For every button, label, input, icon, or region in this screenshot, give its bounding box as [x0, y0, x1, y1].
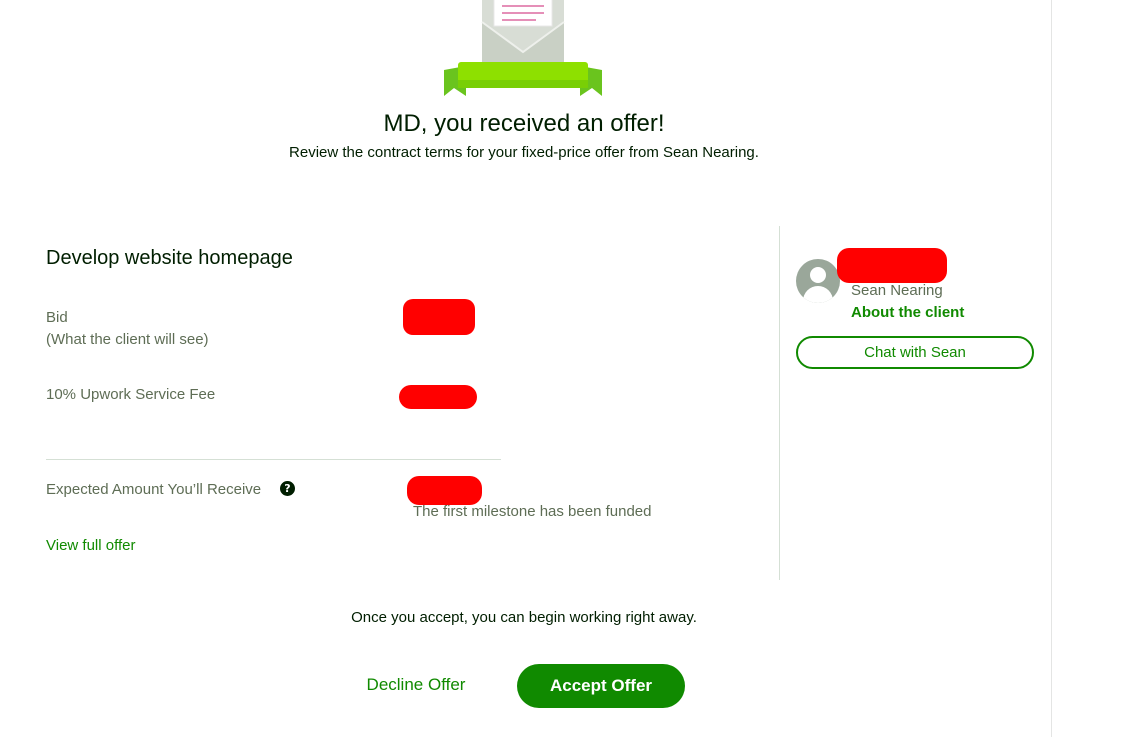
page-right-border — [1051, 0, 1052, 737]
bid-sublabel: (What the client will see) — [46, 331, 209, 348]
page-title: MD, you received an offer! — [383, 110, 665, 137]
chat-button[interactable]: Chat with Sean — [796, 336, 1034, 369]
user-avatar-icon — [796, 259, 840, 303]
bid-label: Bid — [46, 309, 68, 326]
offer-envelope-icon — [444, 0, 602, 96]
expected-amount-label: Expected Amount You’ll Receive — [46, 481, 262, 498]
client-company-redacted — [837, 248, 947, 283]
expected-amount-redacted — [407, 476, 482, 505]
milestone-funded-note: The first milestone has been funded — [413, 503, 652, 520]
page-subtitle: Review the contract terms for your fixed… — [289, 144, 759, 161]
decline-offer-button[interactable]: Decline Offer — [352, 675, 480, 695]
question-circle-icon[interactable]: ? — [280, 481, 295, 496]
accept-offer-button[interactable]: Accept Offer — [517, 664, 685, 708]
client-name: Sean Nearing — [851, 282, 943, 299]
job-title: Develop website homepage — [46, 247, 293, 269]
service-fee-label: 10% Upwork Service Fee — [46, 386, 216, 403]
view-full-offer-link[interactable]: View full offer — [46, 537, 136, 554]
service-fee-redacted — [399, 385, 477, 409]
bid-amount-redacted — [403, 299, 475, 335]
accept-note: Once you accept, you can begin working r… — [351, 609, 697, 626]
divider — [46, 459, 501, 460]
column-divider — [779, 226, 780, 580]
about-client-link[interactable]: About the client — [851, 304, 964, 321]
